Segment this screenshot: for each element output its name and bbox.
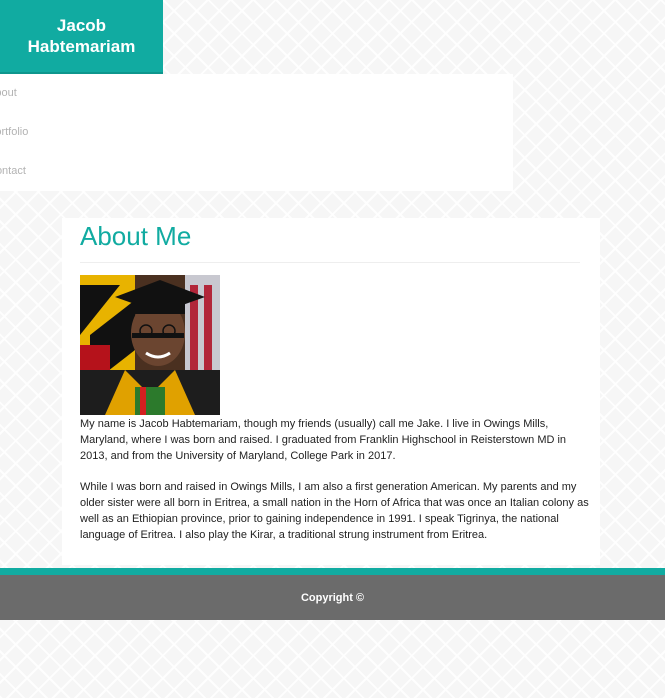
nav-item-contact[interactable]: Contact xyxy=(0,165,26,177)
site-brand[interactable]: Jacob Habtemariam xyxy=(0,0,163,74)
page-title: About Me xyxy=(80,221,192,251)
nav-item-about[interactable]: About xyxy=(0,87,17,99)
brand-line-2: Habtemariam xyxy=(27,37,136,56)
profile-photo xyxy=(80,275,220,415)
site-footer: Copyright © xyxy=(0,575,665,620)
title-divider xyxy=(80,262,580,263)
brand-line-1: Jacob xyxy=(56,16,107,35)
about-paragraph-1: My name is Jacob Habtemariam, though my … xyxy=(80,418,567,462)
about-paragraph-2: While I was born and raised in Owings Mi… xyxy=(80,481,589,541)
nav-item-portfolio[interactable]: Portfolio xyxy=(0,126,28,138)
copyright-text: Copyright © xyxy=(300,591,365,604)
main-nav: About Portfolio Contact xyxy=(0,74,513,191)
footer-accent-bar xyxy=(0,568,665,575)
